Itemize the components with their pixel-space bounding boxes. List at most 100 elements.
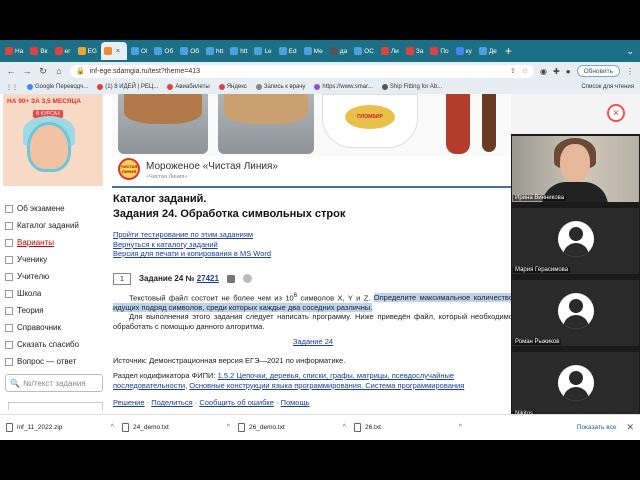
home-icon[interactable]: ⌂ [54, 66, 64, 76]
bookmark-item[interactable]: Google Переводч... [27, 84, 88, 90]
report-error-link[interactable]: Сообщить об ошибке [199, 398, 274, 407]
browser-tab[interactable]: Ли [378, 42, 402, 60]
close-downloads-icon[interactable]: ✕ [626, 422, 634, 433]
sidebar-item[interactable]: Каталог заданий [5, 217, 103, 234]
download-item[interactable]: 26_demo.txt ^ [238, 423, 354, 432]
browser-tab[interactable]: ОС [351, 42, 377, 60]
ad-banner[interactable]: ПЛОМБИР [112, 94, 512, 156]
chevron-up-icon[interactable]: ^ [111, 424, 114, 431]
tab-favicon-icon [254, 47, 263, 55]
browser-tab[interactable]: По [427, 42, 451, 60]
puzzle-icon[interactable]: ✚ [553, 67, 560, 76]
apps-icon[interactable]: ⋮⋮ [6, 84, 18, 91]
participant-tile[interactable]: Nikitos [512, 352, 639, 418]
film-icon[interactable] [226, 274, 235, 283]
update-button[interactable]: Обновить [576, 65, 620, 77]
browser-tab[interactable]: htt [203, 42, 226, 60]
browser-tab[interactable]: × [100, 42, 127, 60]
sidebar-item-label: Вопрос — ответ [17, 357, 77, 366]
chevron-up-icon[interactable]: ^ [343, 424, 346, 431]
participant-tile[interactable]: Мария Герасимова [512, 208, 639, 274]
task-id-link[interactable]: 27421 [197, 274, 219, 283]
bookmark-item[interactable]: Авиабилеты [167, 84, 210, 90]
bookmark-favicon-icon [314, 84, 321, 90]
browser-tab[interactable]: За [403, 42, 427, 60]
sidebar-item[interactable]: Вопрос — ответ [5, 353, 103, 370]
browser-tab[interactable]: Ol [128, 42, 151, 60]
close-icon[interactable]: ✕ [607, 104, 625, 122]
url-input[interactable]: 🔒 inf-ege.sdamgia.ru/test?theme=413 ⇪ ☆ [70, 64, 535, 78]
profile-icon[interactable]: ● [566, 67, 571, 76]
download-item[interactable]: inf_11_2022.zip ^ [6, 423, 122, 432]
back-to-catalog-link[interactable]: Вернуться к каталогу заданий [113, 240, 513, 250]
solution-link[interactable]: Решение [113, 398, 145, 407]
browser-tab[interactable]: Ed [276, 42, 300, 60]
download-item[interactable]: 26.txt ^ [354, 423, 470, 432]
share-icon[interactable]: ⇪ [510, 67, 516, 75]
share-link[interactable]: Поделиться [151, 398, 192, 407]
browser-tab[interactable]: htt [227, 42, 250, 60]
show-all-downloads-link[interactable]: Показать все [577, 424, 617, 431]
browser-tab[interactable]: ег [52, 42, 74, 60]
task-file-link[interactable]: Задание 24 [113, 337, 513, 346]
browser-tab[interactable]: Об [177, 42, 202, 60]
browser-tab[interactable]: Ме [301, 42, 326, 60]
chevron-up-icon[interactable]: ^ [459, 424, 462, 431]
participant-tile[interactable]: Роман Рыжиков [512, 280, 639, 346]
ad-title-row[interactable]: ЧИСТАЯ ЛИНИЯ Мороженое «Чистая Линия» «Ч… [118, 158, 278, 180]
bookmark-favicon-icon [27, 84, 33, 90]
bookmark-item[interactable]: Ship Fitting for Ab... [381, 84, 442, 90]
star-icon[interactable]: ☆ [522, 67, 528, 75]
sidebar-item[interactable]: Учителю [5, 268, 103, 285]
codifier-link-2[interactable]: Основные конструкции языка программирова… [189, 381, 464, 390]
start-test-link[interactable]: Пройти тестирование по этим заданиям [113, 230, 513, 240]
browser-tab[interactable]: Об [151, 42, 176, 60]
sidebar-item[interactable]: Ученику [5, 251, 103, 268]
print-version-link[interactable]: Версия для печати и копирования в MS Wor… [113, 249, 513, 259]
browser-tab[interactable]: Де [476, 42, 500, 60]
ad-product-tub-1 [118, 94, 208, 154]
browser-tab[interactable]: Вк [27, 42, 50, 60]
menu-icon[interactable]: ⋮ [626, 67, 634, 76]
sidebar-panel-edge [8, 402, 103, 410]
browser-tab[interactable]: ку [453, 42, 475, 60]
bookmark-item[interactable]: (1) 8 ИДЕЙ | РЕЦ... [97, 84, 158, 90]
chevron-up-icon[interactable]: ^ [227, 424, 230, 431]
circle-icon[interactable] [242, 274, 252, 283]
file-icon [122, 423, 129, 432]
sidebar-item[interactable]: Варианты [5, 234, 103, 251]
bookmark-item[interactable]: https://www.smar... [314, 84, 373, 90]
task-instructions: Для выполнения этого задания следует нап… [113, 312, 513, 331]
help-link[interactable]: Помощь [281, 398, 310, 407]
sidebar-item[interactable]: Об экзамене [5, 200, 103, 217]
sidebar-item[interactable]: Теория [5, 302, 103, 319]
codifier-label: Раздел кодификатора ФИПИ: [113, 371, 218, 380]
back-icon[interactable]: ← [6, 66, 16, 76]
extension-icon[interactable]: ◉ [540, 67, 547, 76]
new-tab-button[interactable]: + [501, 44, 516, 58]
forward-icon[interactable]: → [22, 66, 32, 76]
sidebar-item[interactable]: Школа [5, 285, 103, 302]
bookmark-item[interactable]: Запись к врачу [255, 84, 305, 90]
tab-label: По [440, 47, 449, 55]
participant-name: Ирина Винникова [513, 195, 567, 201]
promo-banner[interactable]: НА 90+ ЗА 3,5 МЕСЯЦА В КУРСАХ [3, 94, 103, 186]
bookmark-item[interactable]: Яндекс [218, 84, 247, 90]
sidebar-item-label: Школа [17, 289, 42, 298]
reload-icon[interactable]: ↻ [38, 66, 48, 77]
browser-tab[interactable]: да [327, 42, 350, 60]
tab-label: Де [488, 47, 497, 55]
sidebar-item[interactable]: Сказать спасибо [5, 336, 103, 353]
download-item[interactable]: 24_demo.txt ^ [122, 423, 238, 432]
browser-tab[interactable]: Le [251, 42, 274, 60]
browser-tab[interactable]: На [2, 42, 26, 60]
lock-icon: 🔒 [76, 68, 85, 75]
sidebar-item[interactable]: Справочник [5, 319, 103, 336]
tab-close-icon[interactable]: × [116, 48, 120, 55]
tab-search-icon[interactable]: ⌄ [626, 46, 640, 57]
reading-list-button[interactable]: Список для чтения [581, 84, 634, 90]
sidebar-item-label: Теория [17, 306, 44, 315]
browser-tab[interactable]: ЕG [75, 42, 100, 60]
participant-tile[interactable]: Ирина Винникова [512, 136, 639, 202]
task-search-input[interactable]: 🔍 №/текст задания [5, 374, 103, 392]
